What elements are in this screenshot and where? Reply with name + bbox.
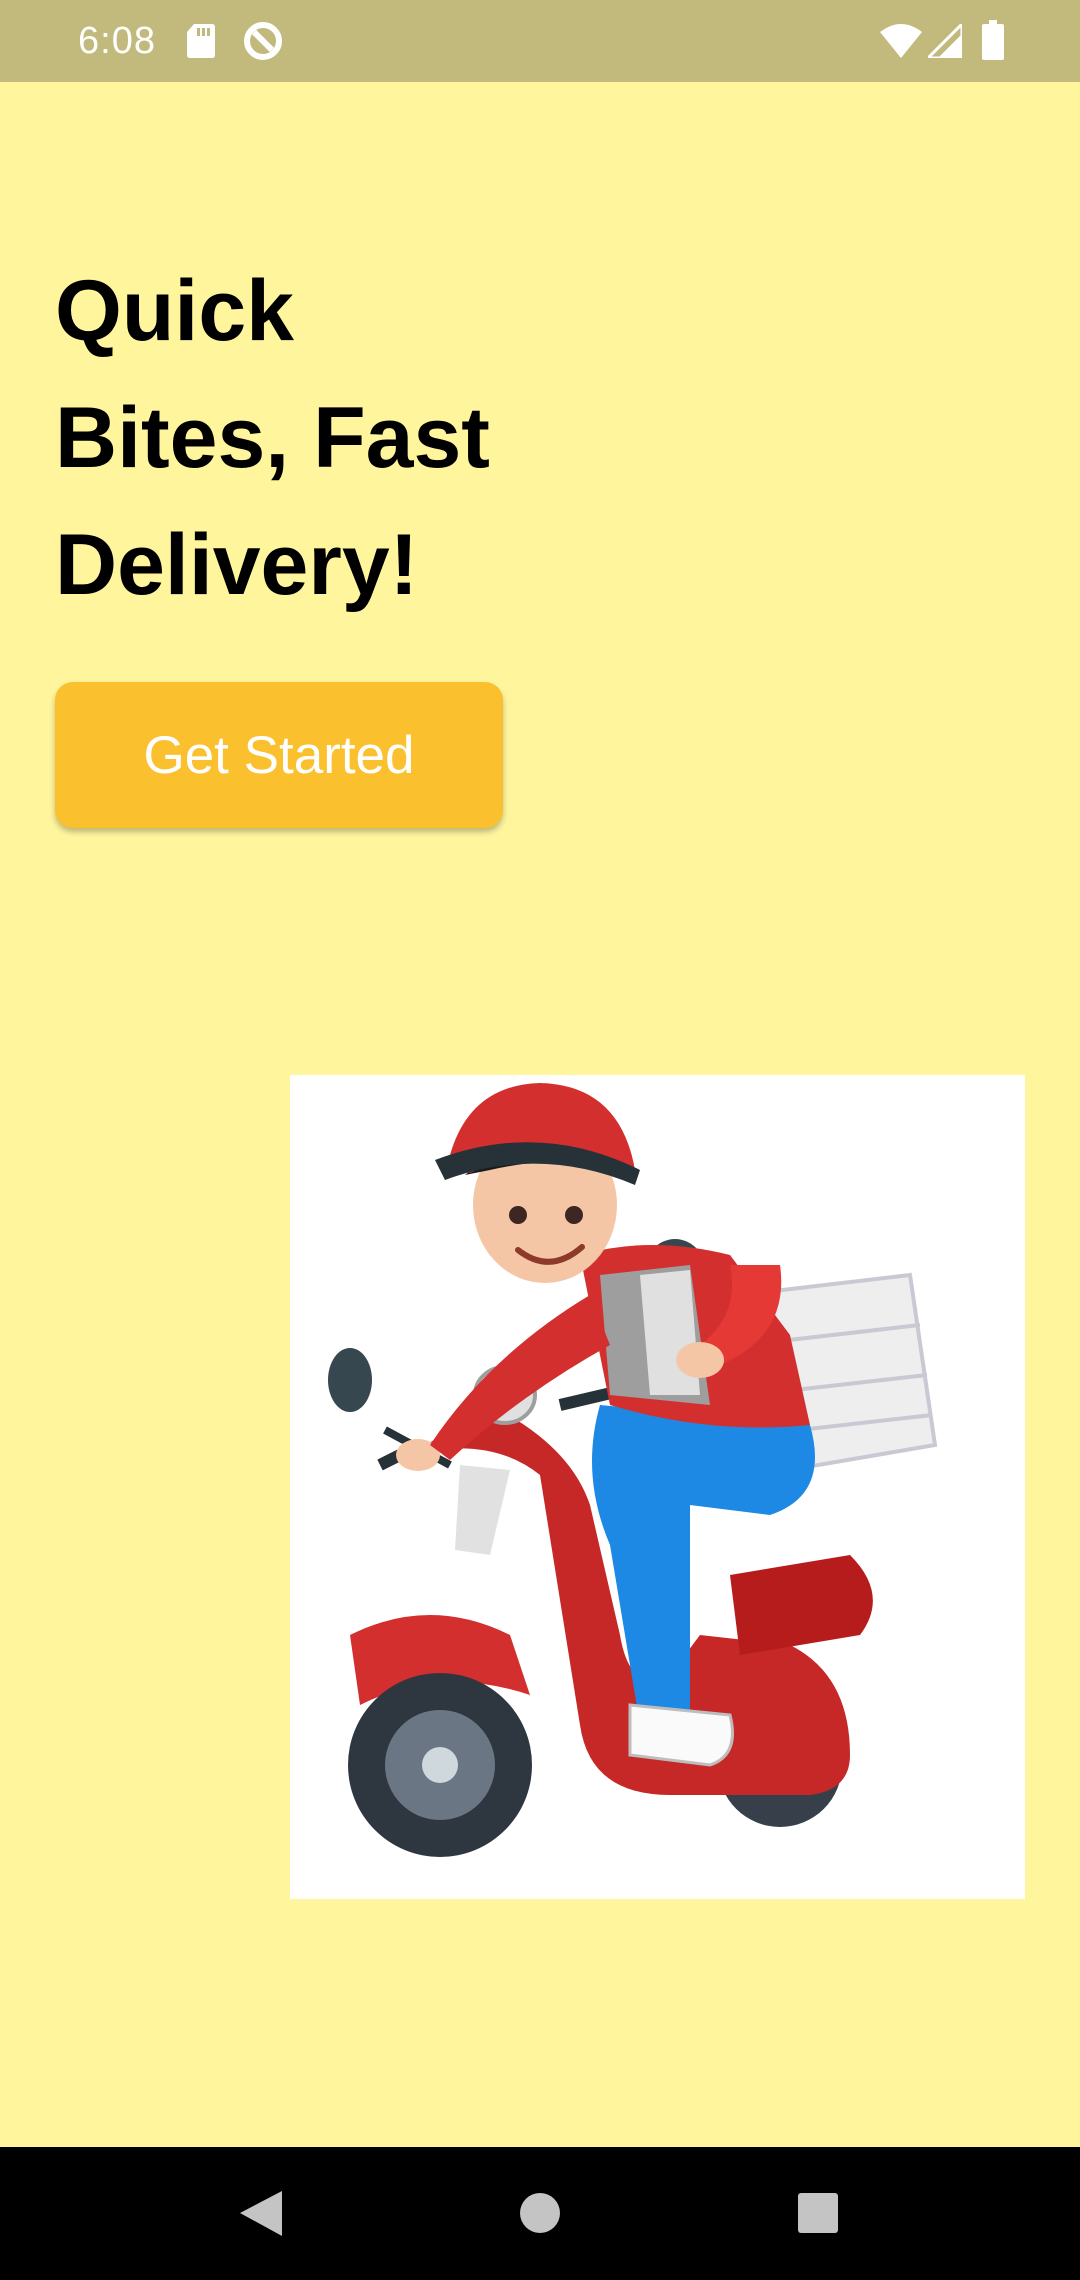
headline: Quick Bites, Fast Delivery! xyxy=(55,248,615,629)
battery-icon xyxy=(982,20,1004,65)
front-wheel-graphic xyxy=(348,1673,532,1857)
headline-line-3: Delivery! xyxy=(55,517,419,613)
delivery-rider-illustration xyxy=(290,1075,1025,1899)
wifi-icon xyxy=(880,24,922,63)
recents-icon[interactable] xyxy=(738,2147,898,2280)
data-saver-icon xyxy=(242,20,284,67)
status-time: 6:08 xyxy=(78,20,156,62)
sd-card-icon xyxy=(186,22,216,65)
app-screen: 6:08 Quick Bites, Fast Delivery! Get Sta… xyxy=(0,0,1080,2280)
signal-icon xyxy=(924,20,964,63)
navigation-bar xyxy=(0,2147,1080,2280)
headline-line-1: Quick xyxy=(55,263,294,359)
status-bar: 6:08 xyxy=(0,0,1080,82)
home-icon[interactable] xyxy=(460,2147,620,2280)
headline-line-2: Bites, Fast xyxy=(55,390,490,486)
back-icon[interactable] xyxy=(180,2147,340,2280)
get-started-button[interactable]: Get Started xyxy=(55,682,503,828)
